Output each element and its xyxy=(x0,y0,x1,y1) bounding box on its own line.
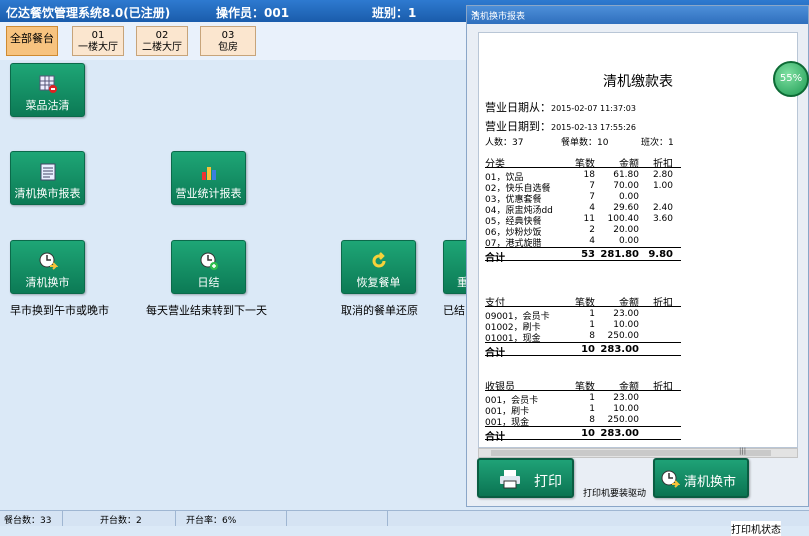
restore-arrow-icon xyxy=(369,251,389,274)
shift-change-desc: 早市换到午市或晚市 xyxy=(10,304,109,317)
printer-icon xyxy=(499,469,521,492)
dish-sellout-label: 菜品沽清 xyxy=(25,99,70,112)
partial-hidden-button[interactable]: 重 xyxy=(443,240,468,294)
date-to: 营业日期到：2015-02-13 17:55:26 xyxy=(485,120,636,133)
shift-report-label: 清机换市报表 xyxy=(14,187,81,200)
sales-report-button[interactable]: 营业统计报表 xyxy=(171,151,246,205)
close-icon[interactable]: × xyxy=(471,9,776,19)
tab-all-tables[interactable]: 全部餐台 xyxy=(6,26,58,56)
horizontal-scrollbar[interactable]: ||| xyxy=(478,447,798,458)
report-paper: 清机缴款表 营业日期从：2015-02-07 11:37:03 营业日期到：20… xyxy=(478,32,798,448)
partial-button-label: 重 xyxy=(457,276,468,289)
table-header: 支付 笔数 金额 折扣 xyxy=(485,293,681,309)
clock-arrow-icon xyxy=(660,469,681,492)
table-row: 01001，现金 8 250.00 xyxy=(485,331,639,344)
category-section: 分类 笔数 金额 折扣 01，饮品 18 61.80 2.80 02，快乐自选餐 7 70.00… xyxy=(485,154,681,264)
partial-desc: 已结 xyxy=(443,304,465,317)
restore-order-desc: 取消的餐单还原 xyxy=(341,304,418,317)
printer-status-label[interactable]: 打印机状态 xyxy=(731,521,781,536)
day-close-label: 日结 xyxy=(197,276,220,289)
table-row: 06，炒粉炒饭 2 20.00 xyxy=(485,225,639,238)
shift-report-button[interactable]: 清机换市报表 xyxy=(10,151,85,205)
table-total-row: 合计 10 283.00 xyxy=(485,426,681,443)
bar-chart-icon xyxy=(199,162,219,185)
shift-change-button[interactable]: 清机换市 xyxy=(10,240,85,294)
table-row: 09001，会员卡 1 23.00 xyxy=(485,309,639,322)
operator-label: 操作员：001 xyxy=(216,6,290,20)
report-summary: 人数：37 餐单数：10 班次：1 xyxy=(485,135,681,148)
table-total-row: 合计 53 281.80 9.80 xyxy=(485,247,681,264)
scrollbar-grip-icon: ||| xyxy=(739,447,747,455)
dish-sellout-button[interactable]: 菜品沽清 xyxy=(10,63,85,117)
total-tables: 餐台数：33 xyxy=(4,516,52,526)
clock-plus-icon xyxy=(199,251,219,274)
table-row: 001，现金 8 250.00 xyxy=(485,415,639,428)
payment-section: 支付 笔数 金额 折扣 09001，会员卡 1 23.00 01002，刷卡 1 10.00 … xyxy=(485,293,681,359)
print-button[interactable]: 打印 xyxy=(477,458,574,498)
table-row: 04，原盅炖汤dd 4 29.60 2.40 xyxy=(485,203,673,216)
orders-count: 餐单数：10 xyxy=(561,138,609,148)
report-window-titlebar: 清机换市报表 × xyxy=(467,6,808,24)
print-label: 打印 xyxy=(534,474,562,490)
open-tables: 开台数：2 xyxy=(100,516,142,526)
table-row: 01，饮品 18 61.80 2.80 xyxy=(485,170,673,183)
status-bar: 餐台数：33 开台数：2 开台率：6% xyxy=(0,510,809,526)
table-row: 02，快乐自选餐 7 70.00 1.00 xyxy=(485,181,673,194)
open-rate: 开台率：6% xyxy=(186,516,237,526)
tab-floor-2[interactable]: 02 二楼大厅 xyxy=(136,26,188,56)
print-driver-hint: 打印机要装驱动 xyxy=(583,489,647,499)
table-row: 07，港式旋腊 4 0.00 xyxy=(485,236,639,249)
app-title: 亿达餐饮管理系统8.0(已注册) xyxy=(6,6,171,20)
scrollbar-thumb[interactable] xyxy=(491,450,771,456)
restore-order-button[interactable]: 恢复餐单 xyxy=(341,240,416,294)
cashier-section: 收银员 笔数 金额 折扣 001，会员卡 1 23.00 001，刷卡 1 10.00 001… xyxy=(485,377,681,443)
table-header: 分类 笔数 金额 折扣 xyxy=(485,154,681,170)
report-title: 清机缴款表 xyxy=(603,74,673,90)
table-row: 001，会员卡 1 23.00 xyxy=(485,393,639,406)
table-row: 05，经典快餐 11 100.40 3.60 xyxy=(485,214,673,227)
restore-order-label: 恢复餐单 xyxy=(356,276,401,289)
table-total-row: 合计 10 283.00 xyxy=(485,342,681,359)
day-close-button[interactable]: 日结 xyxy=(171,240,246,294)
shift-change-confirm-label: 清机换市 xyxy=(684,475,737,490)
shift-number: 班次：1 xyxy=(641,138,674,148)
day-close-desc: 每天营业结束转到下一天 xyxy=(146,304,267,317)
table-row: 01002，刷卡 1 10.00 xyxy=(485,320,639,333)
table-row: 03，优惠套餐 7 0.00 xyxy=(485,192,639,205)
shift-report-window: 清机换市报表 × 清机缴款表 营业日期从：2015-02-07 11:37:03… xyxy=(466,5,809,507)
shift-label: 班别：1 xyxy=(372,6,417,20)
shift-change-confirm-button[interactable]: 清机换市 xyxy=(653,458,749,498)
report-list-icon xyxy=(38,162,58,185)
sales-report-label: 营业统计报表 xyxy=(175,187,242,200)
table-tab-row: 全部餐台 01 一楼大厅 02 二楼大厅 03 包房 xyxy=(0,22,466,60)
persons-count: 人数：37 xyxy=(485,138,524,148)
clock-arrow-icon xyxy=(38,251,58,274)
shift-change-label: 清机换市 xyxy=(25,276,70,289)
table-row: 001，刷卡 1 10.00 xyxy=(485,404,639,417)
table-header: 收银员 笔数 金额 折扣 xyxy=(485,377,681,393)
spreadsheet-icon xyxy=(38,74,58,97)
zoom-badge[interactable]: 55% xyxy=(773,61,809,97)
date-from: 营业日期从：2015-02-07 11:37:03 xyxy=(485,101,636,114)
tab-private-room[interactable]: 03 包房 xyxy=(200,26,256,56)
tab-floor-1[interactable]: 01 一楼大厅 xyxy=(72,26,124,56)
